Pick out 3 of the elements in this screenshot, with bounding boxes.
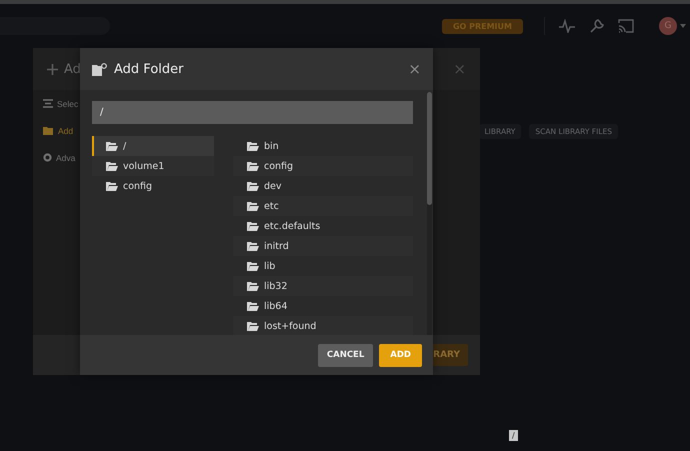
dialog-title: Ad <box>64 62 81 76</box>
tooltip: / <box>509 430 518 441</box>
dialog-title: Add Folder <box>114 62 184 76</box>
